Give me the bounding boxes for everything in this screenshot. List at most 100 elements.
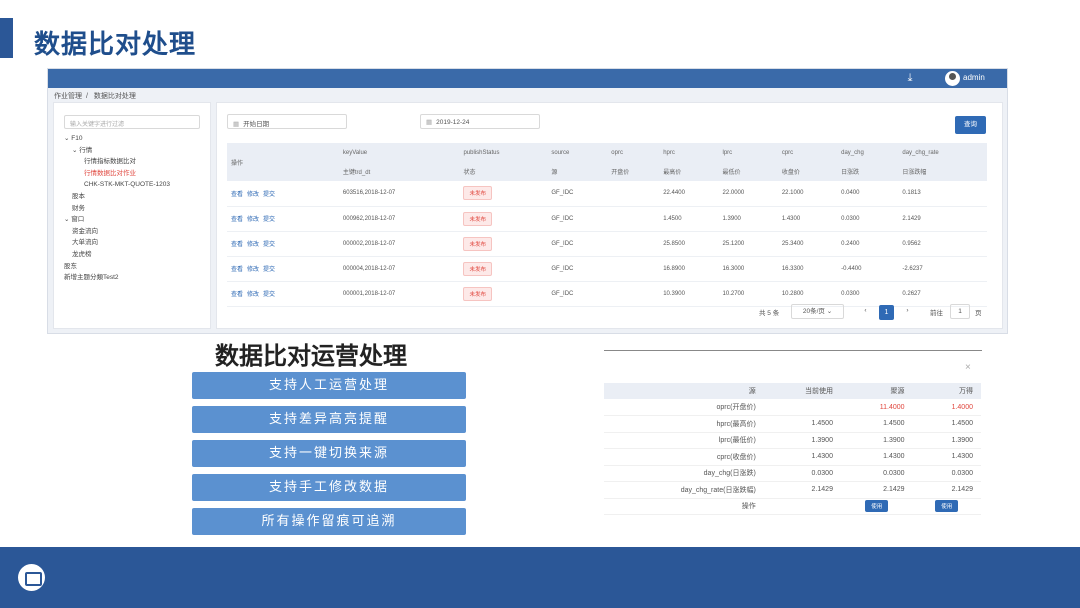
tree-node[interactable]: 龙虎榜	[64, 249, 170, 261]
avatar-icon[interactable]	[945, 71, 960, 86]
goto-page-input[interactable]: 1	[950, 304, 970, 319]
table-cell-day_chg: -0.4400	[837, 256, 899, 282]
end-date-input[interactable]: ▦ 2019-12-24	[420, 114, 540, 129]
edit-link[interactable]: 修改	[247, 292, 259, 298]
tree-node[interactable]: ⌄ 行情	[64, 145, 170, 157]
compare-juyuan[interactable]: 11.4000	[840, 399, 913, 416]
edit-link[interactable]: 修改	[247, 217, 259, 223]
tree-node[interactable]: 股东	[64, 261, 170, 273]
compare-wande[interactable]: 0.0300	[912, 465, 981, 482]
view-link[interactable]: 查看	[231, 242, 243, 248]
tree-node-label: F10	[71, 135, 83, 142]
tree-filter-input[interactable]: 输入关键字进行过滤	[64, 115, 200, 129]
tree-node[interactable]: 新增主题分類Test2	[64, 272, 170, 284]
tree-node[interactable]: 大单流向	[64, 237, 170, 249]
compare-juyuan[interactable]: 0.0300	[840, 465, 913, 482]
view-link[interactable]: 查看	[231, 192, 243, 198]
source-compare-table: 源当前使用 聚源 万得 oprc(开盘价) 11.4000 1.4000 hprc(最高价…	[604, 383, 981, 515]
compare-wande[interactable]: 1.3900	[912, 432, 981, 449]
compare-juyuan[interactable]: 1.3900	[840, 432, 913, 449]
table-cell-cprc: 25.3400	[777, 231, 838, 257]
compare-juyuan[interactable]: 1.4500	[840, 415, 913, 433]
compare-divider	[604, 350, 982, 351]
tree-node-label: 股东	[64, 262, 77, 270]
compare-juyuan[interactable]: 2.1429	[840, 481, 913, 499]
view-link[interactable]: 查看	[231, 267, 243, 273]
submit-link[interactable]: 提交	[263, 217, 275, 223]
page-button-current[interactable]: 1	[879, 305, 894, 320]
next-page-button[interactable]: ›	[900, 304, 915, 319]
column-header: oprc	[607, 143, 660, 162]
table-row: 查看 修改 提交 000962,2018-12-07 未发布 GF_IDC 1.4500 1.…	[227, 206, 987, 232]
table-cell-lprc: 22.0000	[718, 181, 778, 207]
view-link[interactable]: 查看	[231, 292, 243, 298]
table-cell-day_chg: 0.0300	[837, 206, 899, 232]
tree-node[interactable]: 资金流向	[64, 226, 170, 238]
column-subheader: 最低价	[718, 162, 778, 181]
breadcrumb-item[interactable]: 作业管理	[54, 93, 82, 100]
submit-link[interactable]: 提交	[263, 192, 275, 198]
table-cell-key: 000001,2018-12-07	[338, 281, 460, 307]
edit-link[interactable]: 修改	[247, 192, 259, 198]
start-date-input[interactable]: ▦ 开始日期	[227, 114, 347, 129]
use-source-button[interactable]: 使用	[865, 500, 889, 513]
breadcrumb: 作业管理 / 数据比对处理	[54, 91, 140, 101]
tree-node[interactable]: ⌄ 窗口	[64, 214, 170, 226]
user-name[interactable]: admin	[963, 73, 985, 82]
table-cell-day_chg_rate: 0.1813	[898, 181, 987, 207]
column-header: hprc	[659, 143, 719, 162]
compare-label: day_chg(日涨跌)	[604, 465, 764, 482]
use-source-button[interactable]: 使用	[935, 500, 959, 513]
compare-row-ops: 操作 使用 使用	[604, 498, 981, 515]
compare-row: day_chg_rate(日涨跌幅) 2.1429 2.1429 2.1429	[604, 481, 981, 499]
edit-link[interactable]: 修改	[247, 242, 259, 248]
compare-row: oprc(开盘价) 11.4000 1.4000	[604, 399, 981, 416]
table-cell-lprc: 16.3000	[718, 256, 778, 282]
table-cell-lprc: 10.2700	[718, 281, 778, 307]
download-icon[interactable]: ⤓	[903, 71, 917, 85]
folder-icon	[18, 564, 45, 591]
table-cell-oprc	[607, 206, 660, 232]
submit-link[interactable]: 提交	[263, 242, 275, 248]
edit-link[interactable]: 修改	[247, 267, 259, 273]
submit-link[interactable]: 提交	[263, 292, 275, 298]
page-size-select[interactable]: 20条/页 ⌄	[791, 304, 844, 319]
tree-node-label: 大单流向	[72, 239, 98, 247]
compare-juyuan[interactable]: 1.4300	[840, 448, 913, 466]
tree-node[interactable]: ⌄ F10	[64, 133, 170, 145]
tree-node[interactable]: CHK-STK-MKT-QUOTE-1203	[64, 179, 170, 191]
table-cell-status: 未发布	[459, 231, 548, 257]
column-subheader: 最高价	[659, 162, 719, 181]
compare-op-label: 操作	[604, 498, 764, 515]
compare-wande[interactable]: 1.4300	[912, 448, 981, 466]
table-row: 查看 修改 提交 000004,2018-12-07 未发布 GF_IDC 16.8900 1…	[227, 256, 987, 282]
page-size-value: 20条/页	[802, 308, 825, 315]
column-header: keyValue	[338, 143, 460, 162]
tree-node[interactable]: 行情指标数据比对	[64, 156, 170, 168]
status-badge: 未发布	[463, 286, 492, 301]
tree-node-label: 股本	[72, 192, 85, 200]
table-cell-key: 000004,2018-12-07	[338, 256, 460, 282]
tree-node-label: 资金流向	[72, 227, 98, 235]
status-badge: 未发布	[463, 261, 492, 276]
tree-node[interactable]: 股本	[64, 191, 170, 203]
column-header: publishStatus	[459, 143, 548, 162]
table-cell-day_chg: 0.0400	[837, 181, 899, 207]
compare-row: hprc(最高价) 1.4500 1.4500 1.4500	[604, 415, 981, 433]
compare-wande[interactable]: 1.4000	[912, 399, 981, 416]
column-header: 操作	[227, 143, 339, 181]
compare-op-cell: 使用	[840, 498, 913, 515]
compare-label: lprc(最低价)	[604, 432, 764, 449]
data-table: 操作 keyValue publishStatus source oprc hprc lpr…	[227, 143, 987, 307]
view-link[interactable]: 查看	[231, 217, 243, 223]
compare-wande[interactable]: 1.4500	[912, 415, 981, 433]
calendar-icon: ▦	[233, 121, 240, 128]
tree-node[interactable]: 财务	[64, 203, 170, 215]
query-button[interactable]: 查询	[955, 116, 986, 134]
tree-node[interactable]: 行情数据比对作业	[64, 168, 170, 180]
compare-wande[interactable]: 2.1429	[912, 481, 981, 499]
close-icon[interactable]: ×	[965, 362, 971, 373]
submit-link[interactable]: 提交	[263, 267, 275, 273]
prev-page-button[interactable]: ‹	[858, 304, 873, 319]
compare-header: 当前使用	[763, 383, 841, 399]
